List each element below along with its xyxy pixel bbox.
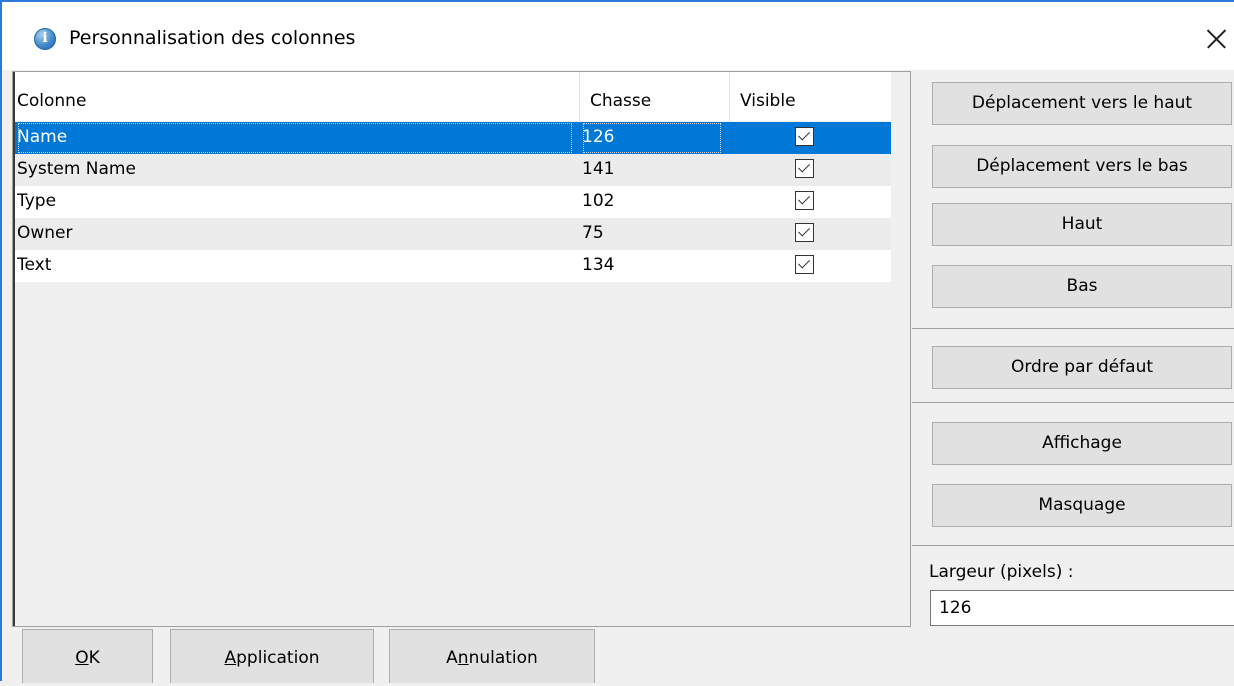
row-width: 75 [582, 223, 604, 243]
width-input[interactable]: 126 [930, 590, 1234, 626]
move-top-button[interactable]: Haut [932, 203, 1232, 246]
row-width: 134 [582, 255, 615, 275]
row-visible-cell [730, 122, 891, 154]
row-name: Owner [17, 223, 73, 243]
cancel-mnemonic: n [457, 648, 469, 668]
apply-mnemonic: A [224, 648, 237, 668]
side-panel: Déplacement vers le haut Déplacement ver… [912, 71, 1234, 627]
table-row[interactable]: Type 102 [15, 186, 891, 218]
row-visible-cell [730, 250, 891, 282]
width-label: Largeur (pixels) : [929, 562, 1074, 582]
cancel-label-rest: nulation [468, 648, 538, 668]
default-order-button[interactable]: Ordre par défaut [932, 346, 1232, 389]
header-visible[interactable]: Visible [730, 72, 891, 121]
visible-checkbox[interactable] [795, 191, 814, 210]
table-row[interactable]: Owner 75 [15, 218, 891, 250]
table-row[interactable]: Name 126 [15, 122, 891, 154]
divider [912, 328, 1234, 329]
move-bottom-button[interactable]: Bas [932, 265, 1232, 308]
ok-mnemonic: O [75, 648, 89, 668]
show-button[interactable]: Affichage [932, 422, 1232, 465]
visible-checkbox[interactable] [795, 223, 814, 242]
row-visible-cell [730, 186, 891, 218]
header-column[interactable]: Colonne [15, 72, 580, 121]
row-width: 141 [582, 159, 615, 179]
row-visible-cell [730, 218, 891, 250]
info-icon [34, 28, 56, 50]
visible-checkbox[interactable] [795, 159, 814, 178]
divider [912, 545, 1234, 546]
columns-grid: Colonne Chasse Visible Name 126 System N… [12, 71, 911, 627]
row-name: Name [17, 122, 573, 154]
ok-label-rest: K [88, 648, 100, 668]
apply-button[interactable]: Application [170, 629, 374, 683]
cancel-label-start: A [446, 648, 458, 668]
table-row[interactable]: System Name 141 [15, 154, 891, 186]
row-name: System Name [17, 159, 136, 179]
apply-label-rest: pplication [236, 648, 320, 668]
visible-checkbox[interactable] [795, 127, 814, 146]
row-visible-cell [730, 154, 891, 186]
row-name: Text [17, 255, 52, 275]
header-width[interactable]: Chasse [580, 72, 730, 121]
row-name: Type [17, 191, 57, 211]
move-up-button[interactable]: Déplacement vers le haut [932, 82, 1232, 125]
title-bar: Personnalisation des colonnes [2, 2, 1234, 70]
close-icon[interactable] [1200, 22, 1234, 56]
dialog-title: Personnalisation des colonnes [69, 27, 356, 49]
visible-checkbox[interactable] [795, 255, 814, 274]
row-width: 102 [582, 191, 615, 211]
customize-columns-dialog: Personnalisation des colonnes Colonne Ch… [0, 0, 1234, 683]
grid-header: Colonne Chasse Visible [15, 72, 891, 121]
cancel-button[interactable]: Annulation [389, 629, 595, 683]
hide-button[interactable]: Masquage [932, 484, 1232, 527]
move-down-button[interactable]: Déplacement vers le bas [932, 145, 1232, 188]
table-row[interactable]: Text 134 [15, 250, 891, 282]
divider [912, 402, 1234, 403]
ok-button[interactable]: OK [22, 629, 153, 683]
row-width: 126 [582, 122, 722, 154]
